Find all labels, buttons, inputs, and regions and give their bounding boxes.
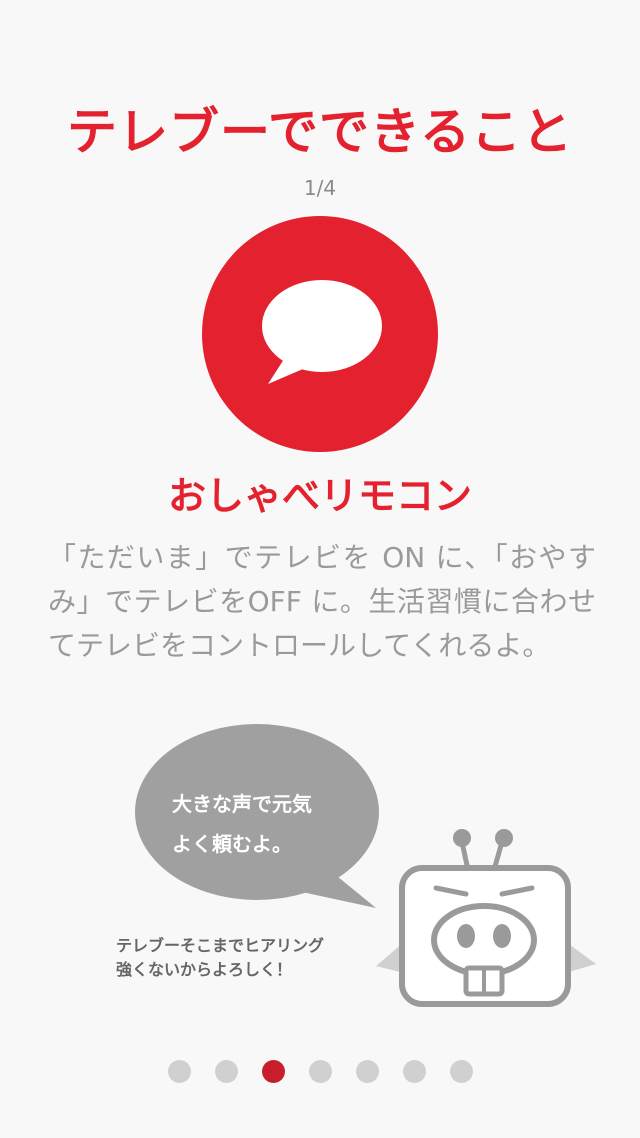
- pagination-dot[interactable]: [449, 1060, 473, 1083]
- intro-screen: テレブーでできること 1/4 おしゃべリモコン 「ただいま」でテレビを ON に…: [0, 0, 640, 1138]
- page-indicator: 1/4: [303, 176, 337, 200]
- page-title: テレブーでできること: [67, 103, 573, 161]
- speech-line-2: よく頼むよ。: [172, 832, 292, 856]
- speech-line-1: 大きな声で元気: [172, 792, 312, 816]
- feature-name: おしゃべリモコン: [167, 474, 472, 518]
- mascot-pig-icon: [376, 829, 596, 1007]
- pagination-dot[interactable]: [308, 1060, 332, 1083]
- caption-line-1: テレブーそこまでヒアリング: [116, 936, 325, 955]
- pagination-dot[interactable]: [402, 1060, 426, 1083]
- feature-icon-circle: [202, 216, 438, 452]
- mascot-caption: テレブーそこまでヒアリング 強くないからよろしく！: [116, 934, 386, 982]
- pagination-dots: [0, 1060, 640, 1083]
- pagination-dot-active[interactable]: [261, 1060, 285, 1083]
- pagination-dot[interactable]: [355, 1060, 379, 1083]
- speech-bubble-icon: [262, 280, 382, 384]
- pagination-dot[interactable]: [167, 1060, 191, 1083]
- speech-bubble-text: 大きな声で元気 よく頼むよ。: [172, 784, 362, 864]
- feature-description: 「ただいま」でテレビを ON に、「おやすみ」でテレビをOFF に。生活習慣に合…: [48, 541, 596, 662]
- caption-line-2: 強くないからよろしく！: [116, 960, 293, 979]
- pagination-dot[interactable]: [214, 1060, 238, 1083]
